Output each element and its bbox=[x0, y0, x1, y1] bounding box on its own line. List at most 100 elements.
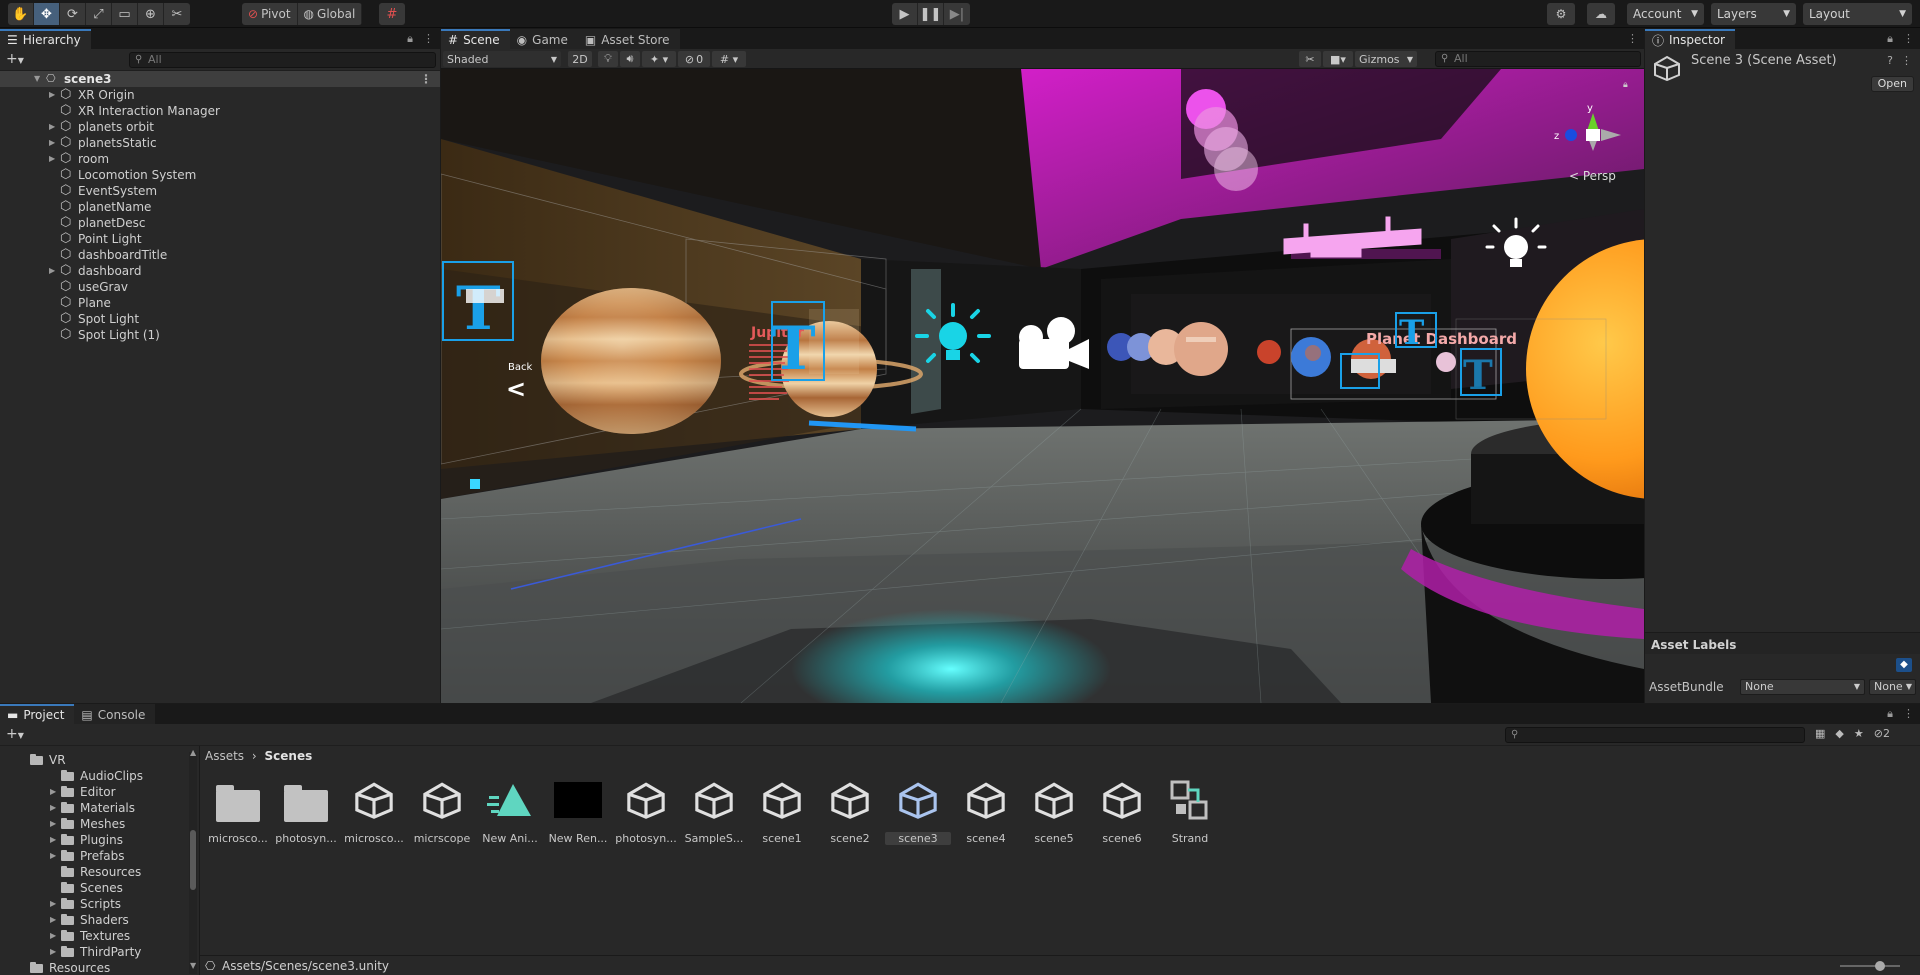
scroll-down-icon[interactable]: ▼ bbox=[190, 961, 196, 970]
hidden-objects-toggle[interactable]: ⊘ 0 bbox=[678, 51, 710, 67]
asset-item[interactable]: scene5 bbox=[1021, 776, 1087, 845]
scene-root-row[interactable]: ▼ ⎔ scene3 ⋮ bbox=[0, 71, 440, 87]
layers-dropdown[interactable]: Layers ▼ bbox=[1711, 3, 1796, 25]
icon-size-slider[interactable] bbox=[1840, 961, 1900, 971]
folder-tree-item[interactable]: ▶ ThirdParty bbox=[0, 944, 199, 960]
hierarchy-item[interactable]: ▶ ⬡ dashboard bbox=[0, 263, 440, 279]
rect-tool-icon[interactable]: ▭ bbox=[112, 3, 138, 25]
asset-item[interactable]: New Ren... bbox=[545, 776, 611, 845]
folder-tree-item[interactable]: ▶ Meshes bbox=[0, 816, 199, 832]
breadcrumb-assets[interactable]: Assets bbox=[205, 749, 244, 763]
filter-type-icon[interactable]: ▦ bbox=[1815, 727, 1825, 740]
asset-item[interactable]: scene3 bbox=[885, 776, 951, 845]
audio-toggle-icon[interactable]: 🔊︎ bbox=[620, 51, 640, 67]
hierarchy-item[interactable]: ▶ ⬡ planetsStatic bbox=[0, 135, 440, 151]
expand-arrow-icon[interactable]: ▶ bbox=[50, 800, 56, 816]
hierarchy-item[interactable]: ▶ ⬡ room bbox=[0, 151, 440, 167]
pivot-toggle[interactable]: ⊘ Pivot bbox=[242, 3, 298, 25]
account-dropdown[interactable]: Account ▼ bbox=[1627, 3, 1704, 25]
asset-item[interactable]: photosyn... bbox=[273, 776, 339, 845]
asset-item[interactable]: SampleS... bbox=[681, 776, 747, 845]
tools-icon[interactable]: ✂ bbox=[1299, 51, 1321, 67]
assetbundle-variant-dropdown[interactable]: None ▼ bbox=[1869, 679, 1916, 695]
hierarchy-item[interactable]: ⬡ planetName bbox=[0, 199, 440, 215]
asset-item[interactable]: Strand bbox=[1157, 776, 1223, 845]
hierarchy-item[interactable]: ⬡ dashboardTitle bbox=[0, 247, 440, 263]
hierarchy-item[interactable]: ⬡ Spot Light bbox=[0, 311, 440, 327]
grid-snap-icon[interactable]: # bbox=[379, 3, 405, 25]
asset-item[interactable]: scene1 bbox=[749, 776, 815, 845]
expand-arrow-icon[interactable]: ▶ bbox=[50, 832, 56, 848]
hierarchy-search-input[interactable]: ⚲ All bbox=[129, 52, 436, 68]
camera-dropdown-icon[interactable]: ■▾ bbox=[1323, 51, 1353, 67]
rotate-tool-icon[interactable]: ⟳ bbox=[60, 3, 86, 25]
expand-arrow-icon[interactable]: ▶ bbox=[49, 263, 55, 279]
kebab-menu-icon[interactable]: ⋮ bbox=[1903, 32, 1914, 46]
folder-tree-item[interactable]: ▶ Plugins bbox=[0, 832, 199, 848]
kebab-menu-icon[interactable]: ⋮ bbox=[423, 32, 434, 46]
hierarchy-item[interactable]: ⬡ XR Interaction Manager bbox=[0, 103, 440, 119]
expand-arrow-icon[interactable]: ▶ bbox=[49, 119, 55, 135]
kebab-menu-icon[interactable]: ⋮ bbox=[420, 71, 432, 87]
effects-dropdown-icon[interactable]: ✦ ▾ bbox=[642, 51, 676, 67]
tab-hierarchy[interactable]: ☰ Hierarchy bbox=[0, 29, 91, 49]
cloud-icon[interactable]: ☁ bbox=[1587, 3, 1615, 25]
collab-icon[interactable]: ⚙ bbox=[1547, 3, 1575, 25]
asset-item[interactable]: scene6 bbox=[1089, 776, 1155, 845]
step-button[interactable]: ▶| bbox=[944, 3, 970, 25]
expand-arrow-icon[interactable]: ▶ bbox=[50, 928, 56, 944]
breadcrumb-scenes[interactable]: Scenes bbox=[265, 749, 313, 763]
layout-dropdown[interactable]: Layout ▼ bbox=[1803, 3, 1912, 25]
create-asset-button[interactable]: +▼ bbox=[6, 726, 24, 742]
tab-game[interactable]: ◉ Game bbox=[509, 29, 578, 49]
lock-icon[interactable]: 🔒︎ bbox=[1887, 32, 1893, 46]
expand-arrow-icon[interactable]: ▼ bbox=[34, 71, 40, 87]
global-toggle[interactable]: ◍ Global bbox=[298, 3, 363, 25]
gizmos-dropdown[interactable]: Gizmos ▼ bbox=[1355, 51, 1417, 67]
project-search-input[interactable]: ⚲ bbox=[1505, 727, 1805, 743]
hierarchy-item[interactable]: ▶ ⬡ planets orbit bbox=[0, 119, 440, 135]
expand-arrow-icon[interactable]: ▶ bbox=[49, 87, 55, 103]
filter-label-icon[interactable]: ◆ bbox=[1835, 727, 1843, 740]
tab-inspector[interactable]: ⓘ Inspector bbox=[1645, 29, 1735, 49]
hierarchy-item[interactable]: ⬡ useGrav bbox=[0, 279, 440, 295]
folder-tree-item[interactable]: Resources bbox=[0, 864, 199, 880]
scale-tool-icon[interactable]: ⤢ bbox=[86, 3, 112, 25]
folder-tree-item[interactable]: ▶ Shaders bbox=[0, 912, 199, 928]
hand-tool-icon[interactable]: ✋ bbox=[8, 3, 34, 25]
custom-tool-icon[interactable]: ✂ bbox=[164, 3, 190, 25]
folder-tree-item[interactable]: AudioClips bbox=[0, 768, 199, 784]
grid-visibility-dropdown-icon[interactable]: # ▾ bbox=[712, 51, 746, 67]
asset-item[interactable]: microsco... bbox=[205, 776, 271, 845]
folder-tree-item[interactable]: ▶ Materials bbox=[0, 800, 199, 816]
hierarchy-item[interactable]: ⬡ Point Light bbox=[0, 231, 440, 247]
tag-icon[interactable]: ◆ bbox=[1896, 658, 1912, 672]
folder-tree-item[interactable]: ▼VR bbox=[0, 752, 199, 768]
kebab-menu-icon[interactable]: ⋮ bbox=[1901, 54, 1912, 67]
add-object-button[interactable]: +▼ bbox=[6, 51, 24, 67]
lighting-toggle-icon[interactable]: 💡︎ bbox=[598, 51, 618, 67]
asset-item[interactable]: scene4 bbox=[953, 776, 1019, 845]
expand-arrow-icon[interactable]: ▶ bbox=[50, 944, 56, 960]
folder-tree-item[interactable]: Scenes bbox=[0, 880, 199, 896]
folder-tree-item[interactable]: ▶ Scripts bbox=[0, 896, 199, 912]
asset-item[interactable]: micrscope bbox=[409, 776, 475, 845]
expand-arrow-icon[interactable]: ▶ bbox=[50, 896, 56, 912]
tab-asset-store[interactable]: ▣ Asset Store bbox=[577, 29, 680, 49]
asset-item[interactable]: New Ani... bbox=[477, 776, 543, 845]
pause-button[interactable]: ❚❚ bbox=[918, 3, 944, 25]
2d-toggle[interactable]: 2D bbox=[568, 51, 592, 67]
transform-tool-icon[interactable]: ⊕ bbox=[138, 3, 164, 25]
hierarchy-item[interactable]: ▶ ⬡ XR Origin bbox=[0, 87, 440, 103]
hidden-packages-toggle[interactable]: ⊘2 bbox=[1874, 727, 1890, 740]
folder-tree-item[interactable]: ▶ Prefabs bbox=[0, 848, 199, 864]
assetbundle-dropdown[interactable]: None ▼ bbox=[1740, 679, 1865, 695]
tab-project[interactable]: ▬ Project bbox=[0, 704, 75, 724]
lock-icon[interactable]: 🔒︎ bbox=[407, 32, 413, 46]
play-button[interactable]: ▶ bbox=[892, 3, 918, 25]
tree-scrollbar[interactable] bbox=[189, 752, 197, 974]
folder-tree-item[interactable]: ▶ Textures bbox=[0, 928, 199, 944]
scrollbar-thumb[interactable] bbox=[190, 830, 196, 890]
expand-arrow-icon[interactable]: ▶ bbox=[49, 135, 55, 151]
folder-tree-item[interactable]: ▶ Editor bbox=[0, 784, 199, 800]
